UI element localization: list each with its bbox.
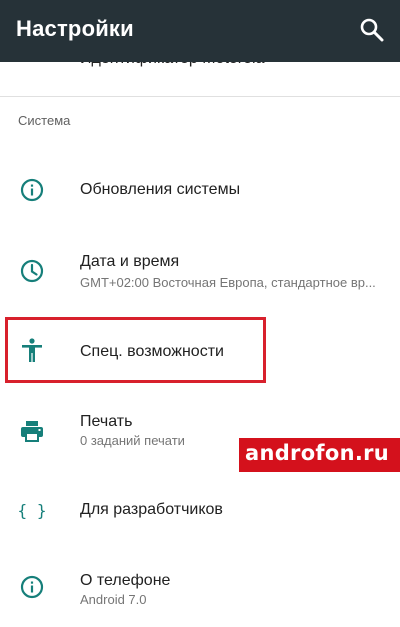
search-icon[interactable] — [358, 16, 386, 44]
settings-item-label: Дата и время — [80, 253, 180, 270]
settings-item-label: Обновления системы — [80, 181, 241, 198]
settings-item-accessibility[interactable]: Спец. возможности — [0, 320, 400, 380]
settings-item-label: Печать — [80, 413, 133, 430]
braces-icon: { } — [18, 497, 47, 523]
info-icon — [19, 574, 45, 600]
svg-text:{ }: { } — [19, 501, 45, 520]
settings-item-developer-options[interactable]: { } Для разработчиков — [0, 480, 400, 540]
settings-item-about-phone[interactable]: О телефоне Android 7.0 — [0, 558, 400, 624]
settings-item-label: Спец. возможности — [80, 343, 224, 360]
settings-item-system-updates[interactable]: Обновления системы — [0, 160, 400, 220]
clock-icon — [19, 258, 45, 284]
settings-item-subtitle: Android 7.0 — [80, 592, 147, 607]
watermark: androfon.ru — [239, 438, 400, 472]
accessibility-icon — [19, 337, 45, 363]
settings-item-label: Для разработчиков — [80, 501, 223, 518]
section-header-system: Система — [18, 113, 71, 128]
app-bar: Настройки — [0, 0, 400, 62]
settings-item-subtitle: GMT+02:00 Восточная Европа, стандартное … — [80, 275, 376, 290]
info-icon — [19, 177, 45, 203]
settings-item-label: О телефоне — [80, 572, 171, 589]
page-title: Настройки — [16, 16, 134, 41]
divider — [0, 96, 400, 97]
settings-item-date-time[interactable]: Дата и время GMT+02:00 Восточная Европа,… — [0, 238, 400, 304]
printer-icon — [19, 418, 45, 444]
